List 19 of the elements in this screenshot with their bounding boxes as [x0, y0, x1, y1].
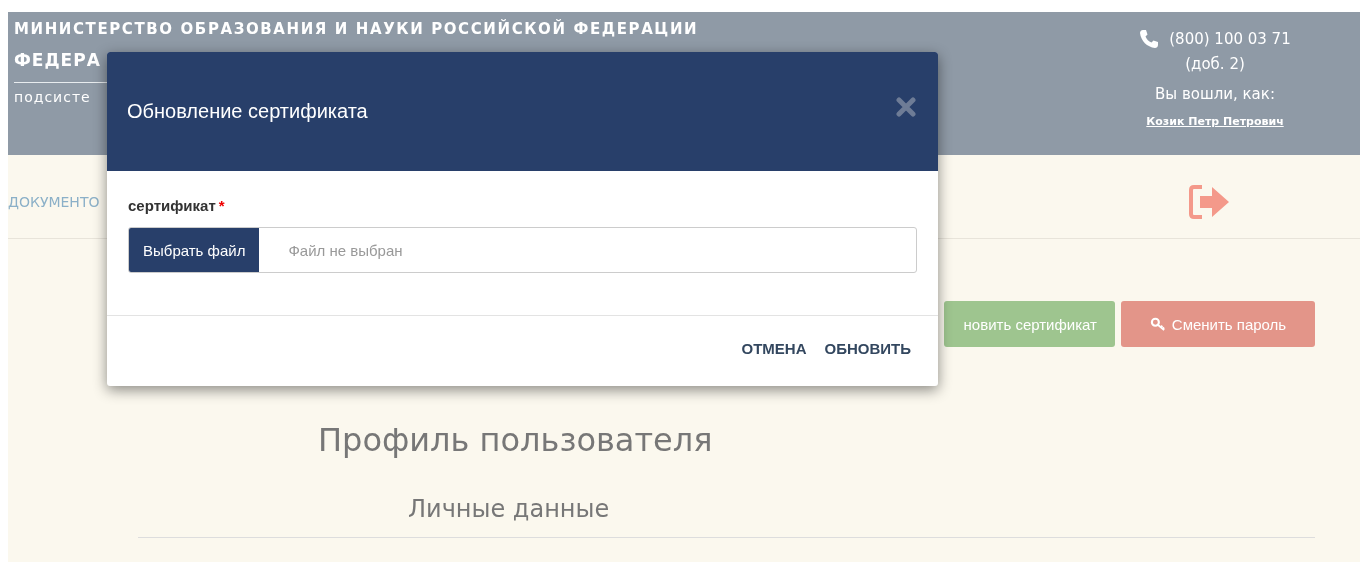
- ministry-title: МИНИСТЕРСТВО ОБРАЗОВАНИЯ И НАУКИ РОССИЙСКОЙ ФЕДЕРАЦИИ: [14, 20, 699, 38]
- choose-file-button[interactable]: Выбрать файл: [129, 228, 260, 272]
- phone-icon: [1139, 29, 1160, 49]
- dialog-button[interactable]: ОТМЕНА: [734, 336, 814, 361]
- file-field[interactable]: Выбрать файл Файл не выбран: [128, 227, 917, 273]
- logged-in-label: Вы вошли, как:: [1155, 85, 1275, 103]
- page-title: Профиль пользователя: [318, 421, 714, 459]
- dialog-button[interactable]: ОБНОВИТЬ: [817, 336, 918, 361]
- file-status: Файл не выбран: [288, 241, 403, 259]
- subsystem-title: подсисте: [14, 89, 92, 105]
- required-mark: *: [218, 197, 225, 214]
- section-title: Личные данные: [408, 495, 611, 523]
- phone-extension: (доб. 2): [1185, 55, 1245, 73]
- key-icon: [1149, 317, 1166, 331]
- close-icon[interactable]: [896, 96, 916, 117]
- field-label: сертификат *: [128, 197, 225, 214]
- service-title: ФЕДЕРА: [14, 50, 102, 70]
- phone-number: (800) 100 03 71: [1169, 30, 1291, 48]
- dialog-title: Обновление сертификата: [127, 100, 368, 123]
